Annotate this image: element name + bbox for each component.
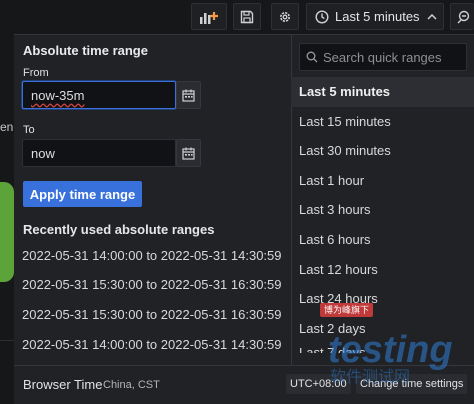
save-dashboard-button[interactable] xyxy=(233,3,261,30)
watermark-logo: testing 软件测试网 xyxy=(328,329,453,386)
quick-range-last-3-hours[interactable]: Last 3 hours xyxy=(291,195,474,225)
search-icon xyxy=(306,51,318,63)
from-calendar-button[interactable] xyxy=(176,81,201,109)
recent-range-item[interactable]: 2022-05-31 14:00:00 to 2022-05-31 14:30:… xyxy=(22,337,282,352)
quick-range-last-6-hours[interactable]: Last 6 hours xyxy=(291,225,474,255)
background-panel-accent xyxy=(0,182,14,282)
quick-range-last-24-hours[interactable]: Last 24 hours xyxy=(291,284,474,314)
time-picker-label: Last 5 minutes xyxy=(335,9,420,24)
watermark-badge: 博为峰旗下 xyxy=(320,303,374,317)
clock-icon xyxy=(315,9,329,24)
quick-ranges-search[interactable] xyxy=(299,43,467,71)
save-icon xyxy=(240,10,254,23)
gear-icon xyxy=(280,11,290,22)
recent-range-item[interactable]: 2022-05-31 15:30:00 to 2022-05-31 16:30:… xyxy=(22,277,282,292)
absolute-time-range-title: Absolute time range xyxy=(23,43,148,58)
zoom-out-button[interactable] xyxy=(450,3,474,30)
time-picker-button[interactable]: Last 5 minutes xyxy=(306,3,444,30)
add-panel-icon xyxy=(200,11,218,24)
recent-range-item[interactable]: 2022-05-31 14:00:00 to 2022-05-31 14:30:… xyxy=(22,248,282,263)
svg-text:testing: testing xyxy=(328,329,453,371)
quick-range-last-15-minutes[interactable]: Last 15 minutes xyxy=(291,107,474,137)
to-input-value: now xyxy=(31,145,55,161)
from-label: From xyxy=(23,67,49,79)
quick-ranges-section: Last 5 minutes Last 15 minutes Last 30 m… xyxy=(291,35,474,365)
recent-range-item[interactable]: 2022-05-31 15:30:00 to 2022-05-31 16:30:… xyxy=(22,307,282,322)
background-divider xyxy=(0,340,14,341)
absolute-time-range-section: Absolute time range From now-35m To now … xyxy=(14,35,292,365)
quick-ranges-search-input[interactable] xyxy=(323,49,461,65)
quick-range-last-30-minutes[interactable]: Last 30 minutes xyxy=(291,136,474,166)
from-input-value: now-35m xyxy=(31,87,85,103)
to-input[interactable]: now xyxy=(22,139,176,167)
quick-range-last-1-hour[interactable]: Last 1 hour xyxy=(291,166,474,196)
dashboard-settings-button[interactable] xyxy=(271,3,299,30)
calendar-icon xyxy=(182,89,195,102)
dashboard-toolbar: Last 5 minutes xyxy=(0,0,474,34)
quick-range-last-12-hours[interactable]: Last 12 hours xyxy=(291,255,474,285)
recent-ranges-title: Recently used absolute ranges xyxy=(23,222,215,237)
quick-ranges-list: Last 5 minutes Last 15 minutes Last 30 m… xyxy=(291,77,474,353)
chevron-up-icon xyxy=(427,13,437,20)
timezone-label: China, CST xyxy=(103,379,160,391)
svg-text:软件测试网: 软件测试网 xyxy=(330,367,410,386)
to-label: To xyxy=(23,124,35,136)
browser-time-label: Browser Time xyxy=(23,377,103,392)
zoom-out-icon xyxy=(457,10,469,23)
apply-time-range-button[interactable]: Apply time range xyxy=(23,181,142,207)
from-input[interactable]: now-35m xyxy=(22,81,176,109)
to-calendar-button[interactable] xyxy=(176,139,201,167)
add-panel-button[interactable] xyxy=(191,3,227,30)
calendar-icon xyxy=(182,147,195,160)
background-text: en xyxy=(0,120,14,134)
quick-range-last-5-minutes[interactable]: Last 5 minutes xyxy=(291,77,474,107)
